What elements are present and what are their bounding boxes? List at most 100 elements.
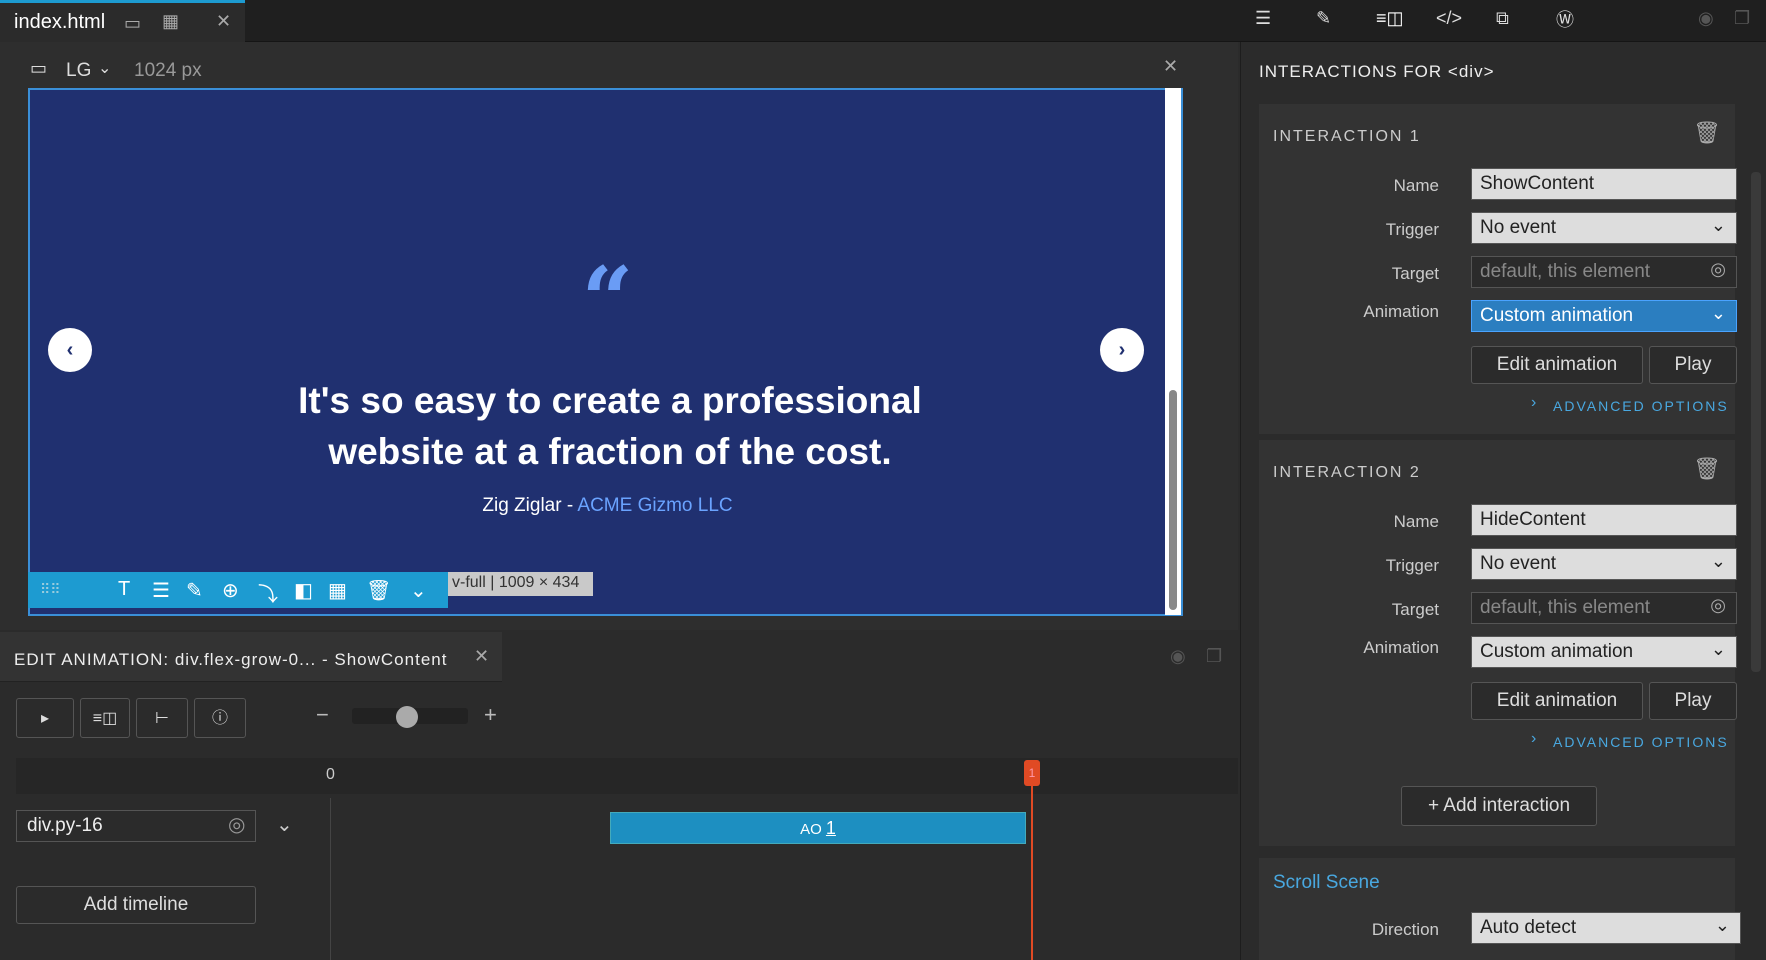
info-icon[interactable]: ⓘ: [194, 698, 246, 738]
chevron-down-icon[interactable]: ⌄: [276, 812, 293, 837]
scroll-scene-section: Scroll Scene Direction Auto detect ⌄: [1259, 858, 1741, 960]
target-field[interactable]: default, this element ◎: [1471, 256, 1737, 288]
target-icon[interactable]: ◎: [228, 812, 245, 837]
add-interaction-button[interactable]: + Add interaction: [1401, 786, 1597, 826]
drag-handle-icon[interactable]: ⠿⠿: [40, 581, 61, 598]
chevron-right-icon[interactable]: ›: [1531, 394, 1536, 412]
top-bar: index.html ▭ ▦ ✕ ☰ ✎ ≡◫ </> ⧉ Ⓦ ◉ ❐: [0, 0, 1766, 42]
interactions-icon[interactable]: ≡◫: [80, 698, 130, 738]
target-placeholder: default, this element: [1480, 597, 1651, 618]
tree-icon[interactable]: ⊢: [136, 698, 188, 738]
target-label: Target: [1391, 600, 1439, 619]
window-icon[interactable]: ❐: [1734, 8, 1750, 29]
interaction-section-2: INTERACTION 2 🗑 Name HideContent Trigger…: [1259, 440, 1737, 770]
author-name: Zig Ziglar -: [482, 495, 574, 516]
testimonial-headline: It's so easy to create a professional we…: [298, 380, 922, 472]
trash-icon[interactable]: 🗑: [1693, 456, 1721, 482]
trash-icon[interactable]: 🗑: [366, 578, 391, 603]
settings-sliders-icon[interactable]: ☰: [152, 578, 170, 603]
insert-icon[interactable]: ⤵: [258, 578, 278, 607]
text-icon[interactable]: T: [118, 578, 130, 601]
name-field[interactable]: HideContent: [1471, 504, 1737, 536]
eye-icon[interactable]: ◉: [1698, 8, 1714, 29]
carousel-prev-button[interactable]: ‹: [48, 328, 92, 372]
play-button[interactable]: Play: [1649, 346, 1737, 384]
panel-scrollbar[interactable]: [1751, 172, 1761, 672]
chevron-down-icon: ⌄: [1710, 215, 1726, 235]
zoom-slider-handle[interactable]: [396, 706, 418, 728]
name-label: Name: [1393, 512, 1439, 531]
target-label: Target: [1391, 264, 1439, 283]
advanced-options-link[interactable]: ADVANCED OPTIONS: [1553, 398, 1729, 414]
clip-label: AO: [800, 821, 822, 838]
viewport-label[interactable]: LG: [66, 60, 91, 82]
animation-clip[interactable]: AO 1: [610, 812, 1026, 844]
chevron-right-icon[interactable]: ›: [1531, 730, 1536, 748]
clip-value: 1: [825, 818, 836, 838]
viewport-width: 1024 px: [134, 60, 202, 81]
laptop-icon[interactable]: ▭: [30, 58, 47, 79]
chevron-down-icon[interactable]: ⌄: [98, 58, 111, 78]
eye-icon[interactable]: ◉: [1170, 646, 1186, 667]
animation-select[interactable]: Custom animation ⌄: [1471, 636, 1737, 668]
edit-animation-button[interactable]: Edit animation: [1471, 682, 1643, 720]
brush-icon[interactable]: ✎: [186, 578, 203, 603]
playhead-marker[interactable]: 1: [1024, 760, 1040, 786]
name-field[interactable]: ShowContent: [1471, 168, 1737, 200]
carousel-next-button[interactable]: ›: [1100, 328, 1144, 372]
scroll-scene-title[interactable]: Scroll Scene: [1273, 872, 1380, 894]
chevron-down-icon[interactable]: ⌄: [410, 578, 427, 603]
settings-sliders-icon[interactable]: ☰: [1255, 8, 1271, 29]
canvas-scrollbar-thumb[interactable]: [1169, 390, 1177, 610]
trash-icon[interactable]: 🗑: [1693, 120, 1721, 146]
grid-icon[interactable]: ▦: [328, 578, 347, 603]
animation-value: Custom animation: [1480, 305, 1634, 326]
trigger-value: No event: [1480, 553, 1557, 574]
brush-icon[interactable]: ✎: [1316, 8, 1331, 29]
quote-icon: “: [581, 247, 634, 353]
element-toolbar: ⠿⠿ T ☰ ✎ ⊕ ⤵ ◧ ▦ 🗑 ⌄: [28, 572, 448, 608]
target-icon[interactable]: ◎: [1710, 595, 1726, 616]
edit-animation-button[interactable]: Edit animation: [1471, 346, 1643, 384]
trigger-value: No event: [1480, 217, 1557, 238]
panel-title-text: INTERACTIONS FOR: [1259, 62, 1443, 81]
direction-select[interactable]: Auto detect ⌄: [1471, 912, 1741, 944]
play-button[interactable]: Play: [1649, 682, 1737, 720]
target-placeholder: default, this element: [1480, 261, 1651, 282]
company-link[interactable]: ACME Gizmo LLC: [577, 495, 732, 516]
animation-editor: EDIT ANIMATION: div.flex-grow-0... - Sho…: [0, 632, 1238, 960]
file-tab[interactable]: index.html ▭ ▦ ✕: [0, 0, 245, 42]
add-timeline-button[interactable]: Add timeline: [16, 886, 256, 924]
timeline-ruler[interactable]: 0: [16, 758, 1238, 794]
zoom-out-icon[interactable]: −: [316, 702, 329, 728]
animation-select[interactable]: Custom animation ⌄: [1471, 300, 1737, 332]
close-icon[interactable]: ✕: [216, 11, 231, 32]
zoom-in-icon[interactable]: +: [484, 702, 497, 728]
chevron-down-icon: ⌄: [1714, 915, 1730, 935]
track-label[interactable]: div.py-16: [16, 810, 256, 842]
chevron-down-icon: ⌄: [1710, 551, 1726, 571]
interactions-icon[interactable]: ≡◫: [1376, 8, 1404, 29]
animation-header: EDIT ANIMATION: div.flex-grow-0... - Sho…: [0, 632, 502, 682]
direction-label: Direction: [1371, 920, 1439, 939]
laptop-icon[interactable]: ▭: [124, 13, 141, 34]
layers-icon[interactable]: ◧: [294, 578, 313, 603]
animation-value: Custom animation: [1480, 641, 1634, 662]
target-icon[interactable]: ◎: [1710, 259, 1726, 280]
play-button[interactable]: ▸: [16, 698, 74, 738]
layout-icon[interactable]: ▦: [162, 11, 179, 32]
code-icon[interactable]: </>: [1436, 8, 1462, 29]
wordpress-icon[interactable]: Ⓦ: [1556, 6, 1574, 32]
target-field[interactable]: default, this element ◎: [1471, 592, 1737, 624]
add-circle-icon[interactable]: ⊕: [222, 578, 239, 603]
timeline-zero: 0: [326, 766, 335, 783]
page-canvas[interactable]: “ It's so easy to create a professional …: [28, 88, 1183, 616]
trigger-select[interactable]: No event ⌄: [1471, 212, 1737, 244]
close-icon[interactable]: ✕: [474, 646, 489, 667]
add-interaction-label: Add interaction: [1443, 795, 1571, 816]
trigger-select[interactable]: No event ⌄: [1471, 548, 1737, 580]
advanced-options-link[interactable]: ADVANCED OPTIONS: [1553, 734, 1729, 750]
window-icon[interactable]: ❐: [1206, 646, 1222, 667]
components-icon[interactable]: ⧉: [1496, 8, 1509, 29]
close-icon[interactable]: ✕: [1163, 56, 1178, 77]
